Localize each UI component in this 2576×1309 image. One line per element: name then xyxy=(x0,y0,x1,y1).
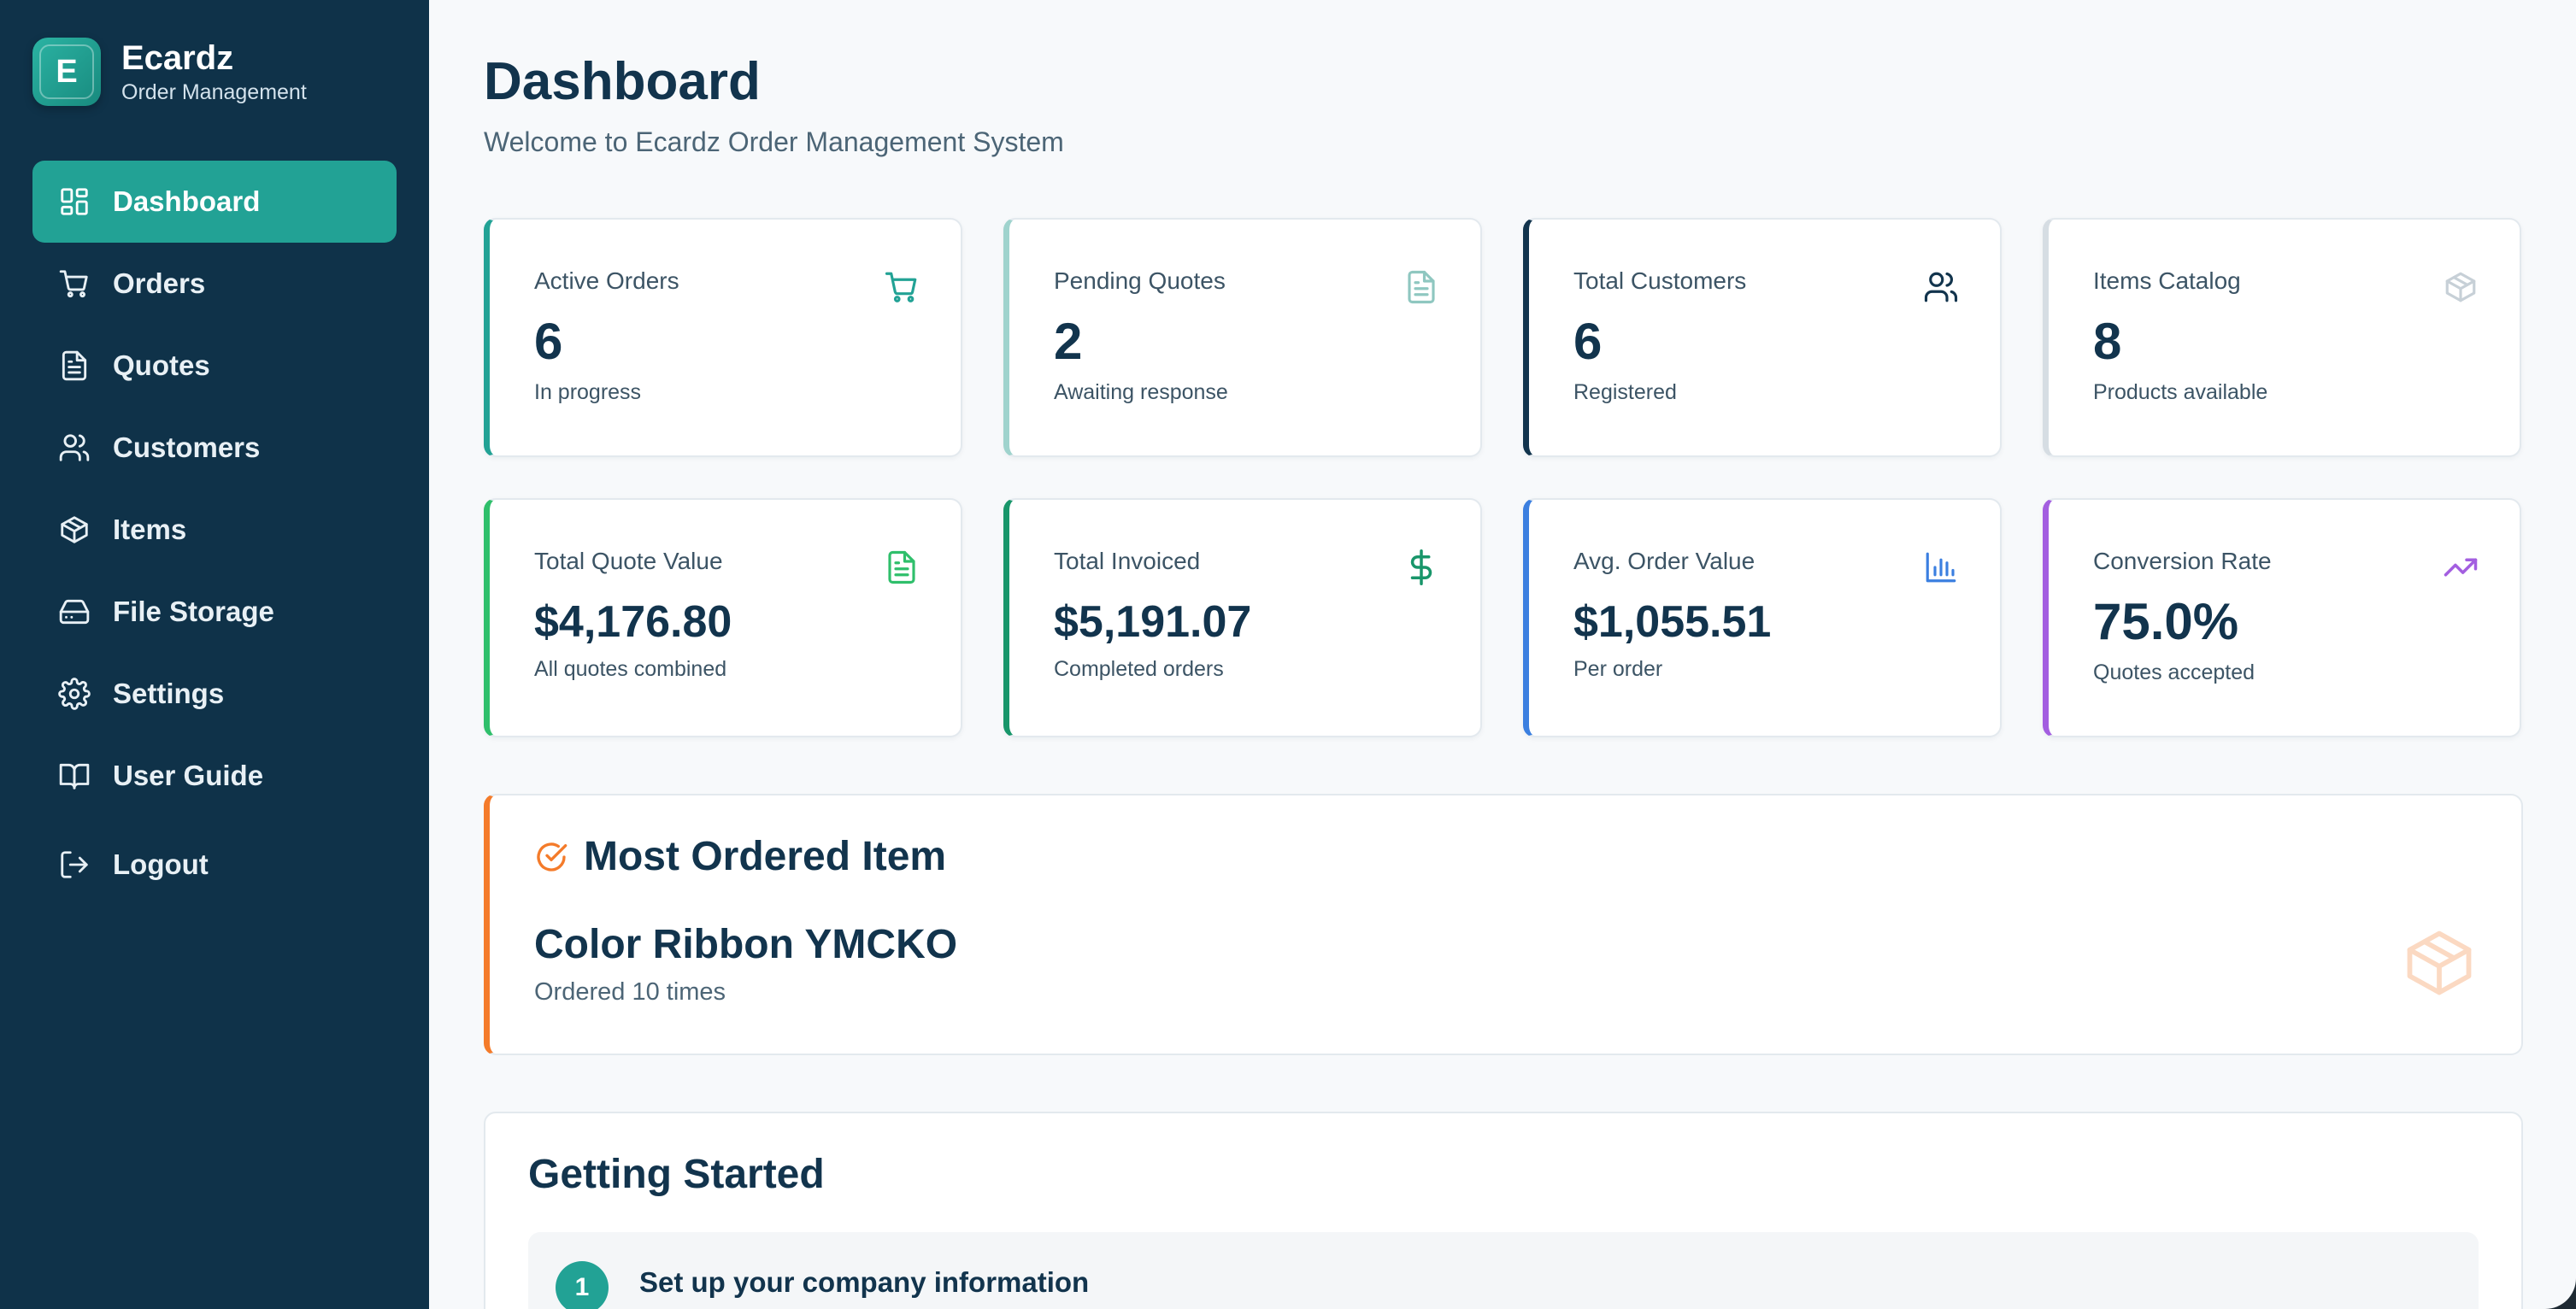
sidebar-item-label: Orders xyxy=(113,267,206,299)
getting-started-title: Getting Started xyxy=(528,1152,825,1197)
check-circle-icon xyxy=(537,842,568,872)
stat-value: 6 xyxy=(534,313,563,370)
stat-label: Total Customers xyxy=(1573,267,1747,294)
most-ordered-count: Ordered 10 times xyxy=(534,978,726,1006)
brand-logo-letter: E xyxy=(56,53,78,90)
sidebar-item-customers[interactable]: Customers xyxy=(32,407,397,489)
sidebar-item-label: Items xyxy=(113,514,187,545)
brand[interactable]: E Ecardz Order Management xyxy=(32,34,397,109)
book-icon xyxy=(59,763,90,790)
package-icon xyxy=(2407,930,2472,995)
stat-label: Conversion Rate xyxy=(2093,548,2272,574)
stat-note: Per order xyxy=(1573,657,1663,681)
stat-value: $5,191.07 xyxy=(1054,597,1252,647)
stat-card-pending-quotes[interactable]: Pending Quotes 2 Awaiting response xyxy=(1003,218,1482,457)
bar-chart-icon xyxy=(1926,552,1956,583)
sidebar-nav: Dashboard Orders Quotes Customers Items … xyxy=(32,161,397,906)
stat-label: Active Orders xyxy=(534,267,679,294)
stat-note: Awaiting response xyxy=(1054,380,1228,404)
sidebar-item-label: Settings xyxy=(113,678,225,709)
sidebar-item-label: Customers xyxy=(113,431,261,463)
sidebar-item-label: Dashboard xyxy=(113,185,261,217)
stat-note: Completed orders xyxy=(1054,657,1224,681)
stat-label: Total Invoiced xyxy=(1054,548,1201,574)
stat-card-conversion-rate[interactable]: Conversion Rate 75.0% Quotes accepted xyxy=(2043,498,2521,737)
stats-grid: Active Orders 6 In progress Pending Quot… xyxy=(484,218,2523,737)
stat-note: Products available xyxy=(2093,380,2268,404)
stat-card-avg-order-value[interactable]: Avg. Order Value $1,055.51 Per order xyxy=(1523,498,2002,737)
sidebar-item-items[interactable]: Items xyxy=(32,489,397,571)
users-icon xyxy=(1924,272,1958,302)
hard-drive-icon xyxy=(59,599,90,625)
sidebar-item-file-storage[interactable]: File Storage xyxy=(32,571,397,653)
cart-icon xyxy=(885,272,917,302)
app-window: E Ecardz Order Management Dashboard Orde… xyxy=(0,0,2576,1309)
stat-label: Items Catalog xyxy=(2093,267,2241,294)
logout-label: Logout xyxy=(113,848,209,880)
document-icon xyxy=(62,350,87,381)
stat-note: Registered xyxy=(1573,380,1677,404)
sidebar-item-label: User Guide xyxy=(113,760,264,791)
package-icon xyxy=(2445,272,2476,302)
package-icon xyxy=(61,516,88,543)
stat-note: Quotes accepted xyxy=(2093,660,2255,684)
most-ordered-item-name: Color Ribbon YMCKO xyxy=(534,922,958,967)
dashboard-icon xyxy=(61,188,88,215)
brand-logo: E xyxy=(32,38,101,106)
stat-value: $1,055.51 xyxy=(1573,597,1772,647)
document-icon xyxy=(888,550,915,584)
sidebar-item-user-guide[interactable]: User Guide xyxy=(32,735,397,817)
most-ordered-item-card: Most Ordered Item Color Ribbon YMCKO Ord… xyxy=(484,794,2523,1055)
gear-icon xyxy=(58,678,91,710)
logout-button[interactable]: Logout xyxy=(32,824,397,906)
dollar-icon xyxy=(1410,549,1432,585)
page-title: Dashboard xyxy=(484,52,761,111)
sidebar-item-dashboard[interactable]: Dashboard xyxy=(32,161,397,243)
sidebar-item-label: Quotes xyxy=(113,349,210,381)
brand-name: Ecardz xyxy=(121,38,234,77)
getting-started-step[interactable]: 1 Set up your company information xyxy=(528,1232,2479,1309)
main-content: Dashboard Welcome to Ecardz Order Manage… xyxy=(429,0,2576,1309)
brand-subtitle: Order Management xyxy=(121,79,307,104)
stat-card-total-quote-value[interactable]: Total Quote Value $4,176.80 All quotes c… xyxy=(484,498,962,737)
users-icon xyxy=(59,434,90,461)
sidebar-item-quotes[interactable]: Quotes xyxy=(32,325,397,407)
most-ordered-header: Most Ordered Item xyxy=(534,833,2477,880)
getting-started-card: Getting Started 1 Set up your company in… xyxy=(484,1112,2523,1309)
stat-note: In progress xyxy=(534,380,642,404)
sidebar-item-label: File Storage xyxy=(113,596,274,627)
stat-value: $4,176.80 xyxy=(534,597,732,647)
stat-value: 6 xyxy=(1573,313,1603,370)
stat-value: 8 xyxy=(2093,313,2122,370)
trending-up-icon xyxy=(2444,558,2478,577)
stat-card-active-orders[interactable]: Active Orders 6 In progress xyxy=(484,218,962,457)
stat-label: Pending Quotes xyxy=(1054,267,1226,294)
sidebar: E Ecardz Order Management Dashboard Orde… xyxy=(0,0,429,1309)
step-title: Set up your company information xyxy=(639,1266,1090,1298)
cart-icon xyxy=(59,270,88,298)
most-ordered-title: Most Ordered Item xyxy=(584,834,947,879)
stat-card-total-invoiced[interactable]: Total Invoiced $5,191.07 Completed order… xyxy=(1003,498,1482,737)
logout-icon xyxy=(61,851,88,878)
stat-card-total-customers[interactable]: Total Customers 6 Registered xyxy=(1523,218,2002,457)
stat-note: All quotes combined xyxy=(534,657,727,681)
stat-label: Total Quote Value xyxy=(534,548,723,574)
stat-value: 2 xyxy=(1054,313,1083,370)
step-number-badge: 1 xyxy=(556,1261,609,1309)
stat-label: Avg. Order Value xyxy=(1573,548,1756,574)
sidebar-item-settings[interactable]: Settings xyxy=(32,653,397,735)
stat-value: 75.0% xyxy=(2093,593,2239,650)
stat-card-items-catalog[interactable]: Items Catalog 8 Products available xyxy=(2043,218,2521,457)
document-icon xyxy=(1408,270,1435,304)
page-subtitle: Welcome to Ecardz Order Management Syste… xyxy=(484,126,1064,157)
sidebar-item-orders[interactable]: Orders xyxy=(32,243,397,325)
